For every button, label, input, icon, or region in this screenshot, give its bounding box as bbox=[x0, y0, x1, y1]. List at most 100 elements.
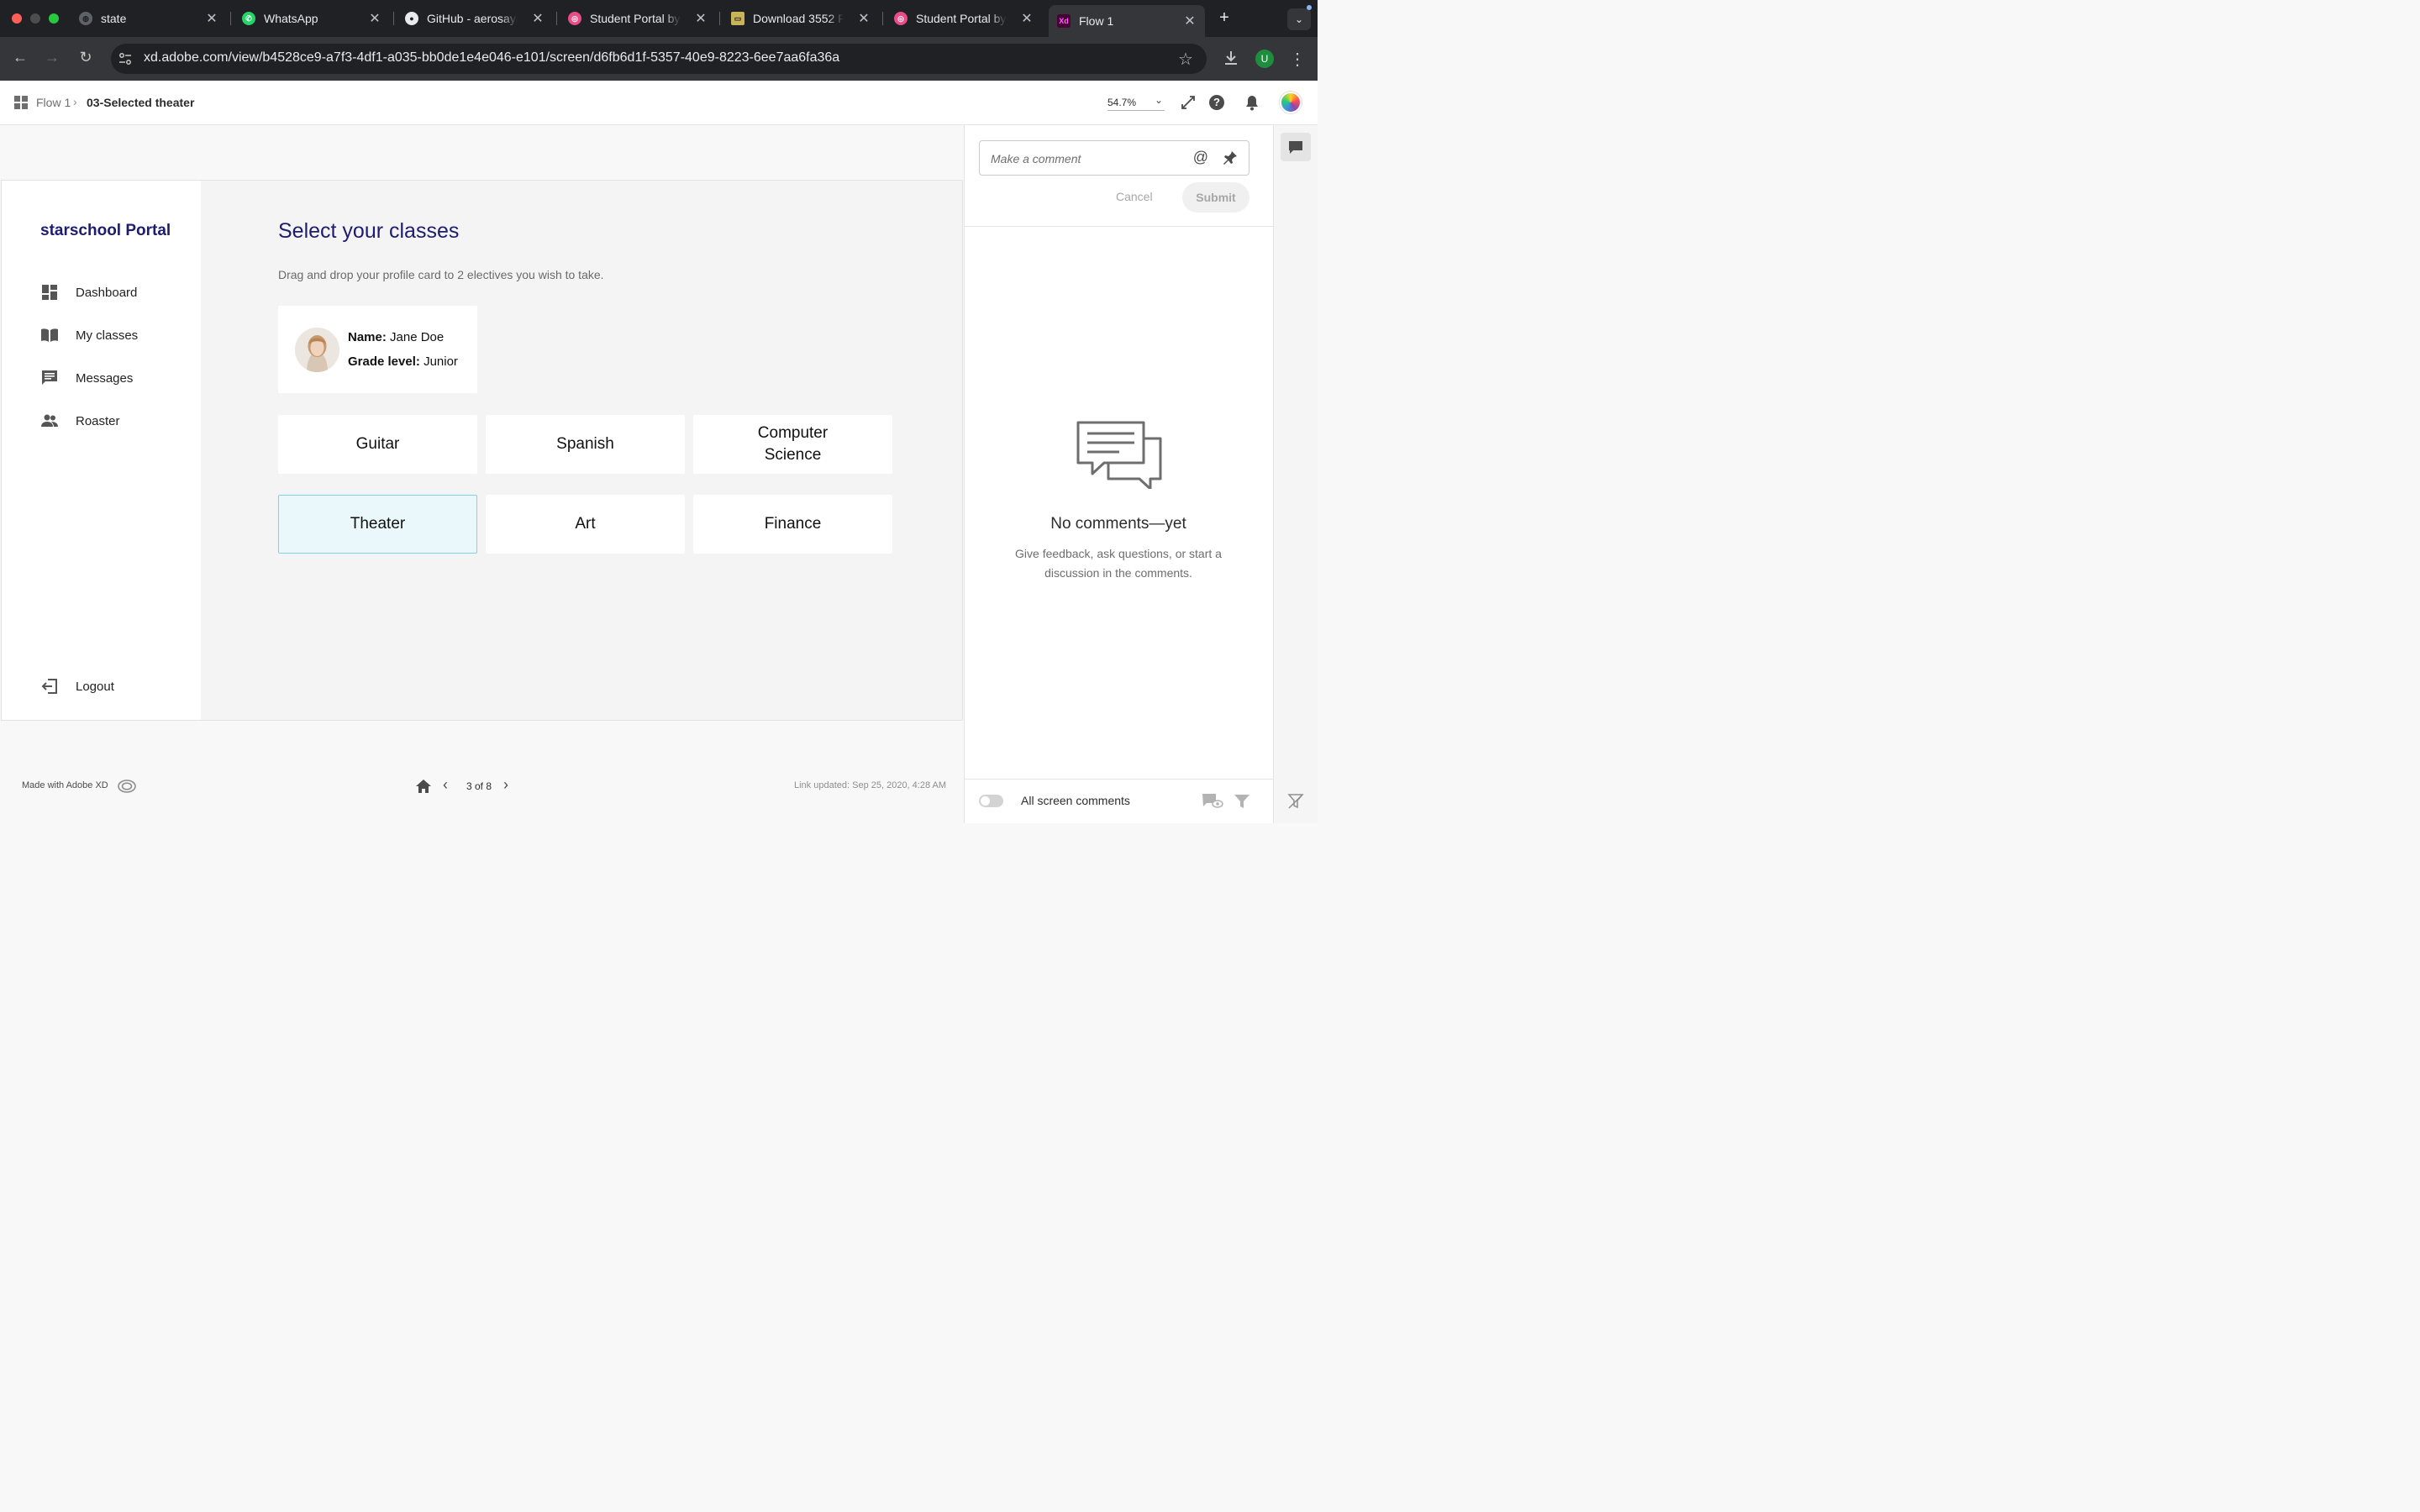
profile-name-row: Name: Jane Doe bbox=[348, 330, 445, 344]
help-icon[interactable]: ? bbox=[1209, 95, 1224, 110]
brand-logo: starschool Portal bbox=[40, 222, 171, 239]
page-subtitle: Drag and drop your profile card to 2 ele… bbox=[278, 268, 604, 281]
collapse-panel-icon[interactable] bbox=[1287, 793, 1304, 810]
image-icon: ▭ bbox=[731, 12, 744, 25]
avatar bbox=[295, 328, 339, 372]
close-tab-icon[interactable]: ✕ bbox=[855, 10, 872, 27]
close-tab-icon[interactable]: ✕ bbox=[692, 10, 709, 27]
people-icon bbox=[40, 412, 59, 429]
nav-item-roaster[interactable]: Roaster bbox=[40, 412, 120, 429]
github-icon: ● bbox=[405, 12, 418, 25]
empty-comments-text: Give feedback, ask questions, or start a… bbox=[1015, 547, 1222, 580]
filter-icon[interactable] bbox=[1234, 794, 1250, 809]
breadcrumb-current: 03-Selected theater bbox=[87, 96, 195, 109]
profile-card[interactable]: Name: Jane Doe Grade level: Junior bbox=[278, 306, 477, 393]
prev-page-icon[interactable]: ‹ bbox=[443, 776, 448, 794]
close-tab-icon[interactable]: ✕ bbox=[529, 10, 546, 27]
all-comments-toggle[interactable] bbox=[979, 795, 1003, 807]
browser-tab[interactable]: ◎ Student Portal by A ✕ bbox=[568, 7, 709, 30]
grid-view-icon[interactable] bbox=[14, 96, 28, 109]
toggle-knob bbox=[981, 796, 990, 806]
class-card-art[interactable]: Art bbox=[486, 495, 685, 554]
url-text: xd.adobe.com/view/b4528ce9-a7f3-4df1-a03… bbox=[144, 50, 840, 65]
browser-tab[interactable]: ▭ Download 3552 Fre ✕ bbox=[731, 7, 872, 30]
breadcrumb-root[interactable]: Flow 1 bbox=[36, 96, 71, 109]
class-card-theater-selected[interactable]: Theater bbox=[278, 495, 477, 554]
tab-separator bbox=[556, 12, 557, 25]
divider bbox=[964, 226, 1273, 227]
site-settings-icon[interactable] bbox=[118, 51, 133, 66]
close-tab-icon[interactable]: ✕ bbox=[203, 10, 220, 27]
close-window-button[interactable] bbox=[12, 13, 22, 24]
chevron-right-icon: › bbox=[73, 95, 77, 108]
reload-icon[interactable]: ↻ bbox=[76, 49, 96, 66]
browser-tab[interactable]: ◍ state ✕ bbox=[79, 7, 220, 30]
globe-icon: ◍ bbox=[79, 12, 92, 25]
page-title: Select your classes bbox=[278, 219, 460, 243]
forward-arrow-icon[interactable]: → bbox=[42, 49, 62, 66]
browser-tab[interactable]: ◎ Student Portal by A ✕ bbox=[894, 7, 1035, 30]
whatsapp-icon: ✆ bbox=[242, 12, 255, 25]
made-with-xd-label: Made with Adobe XD bbox=[22, 780, 108, 790]
class-card-guitar[interactable]: Guitar bbox=[278, 415, 477, 474]
all-screen-comments-label: All screen comments bbox=[1021, 794, 1130, 807]
message-icon bbox=[40, 370, 59, 386]
tab-separator bbox=[719, 12, 720, 25]
bookmark-star-icon[interactable]: ☆ bbox=[1176, 49, 1196, 70]
new-tab-button[interactable]: + bbox=[1215, 8, 1234, 28]
tab-search-button[interactable]: ⌄ bbox=[1287, 8, 1311, 30]
xd-icon: Xd bbox=[1057, 14, 1071, 28]
back-arrow-icon[interactable]: ← bbox=[10, 49, 30, 66]
right-rail bbox=[1273, 125, 1318, 823]
comment-input[interactable]: Make a comment @ bbox=[979, 140, 1249, 176]
profile-avatar[interactable]: U bbox=[1255, 50, 1274, 68]
download-icon[interactable] bbox=[1222, 49, 1240, 67]
notification-dot bbox=[1307, 5, 1312, 10]
nav-item-my-classes[interactable]: My classes bbox=[40, 327, 138, 344]
nav-item-messages[interactable]: Messages bbox=[40, 370, 133, 386]
pin-icon[interactable] bbox=[1222, 150, 1239, 166]
portal-sidebar bbox=[2, 181, 201, 720]
profile-grade-row: Grade level: Junior bbox=[348, 354, 458, 369]
class-card-spanish[interactable]: Spanish bbox=[486, 415, 685, 474]
submit-button[interactable]: Submit bbox=[1182, 182, 1249, 213]
divider bbox=[964, 779, 1273, 780]
browser-menu-icon[interactable]: ⋮ bbox=[1287, 49, 1307, 70]
chevron-down-icon: ⌄ bbox=[1154, 94, 1163, 106]
hide-comments-icon[interactable] bbox=[1202, 793, 1223, 810]
browser-tab[interactable]: ● GitHub - aerosayan ✕ bbox=[405, 7, 546, 30]
browser-tab-active[interactable]: Xd Flow 1 ✕ bbox=[1049, 5, 1205, 37]
fullscreen-icon[interactable] bbox=[1181, 95, 1196, 110]
logout-icon bbox=[40, 678, 59, 695]
maximize-window-button[interactable] bbox=[49, 13, 59, 24]
close-tab-icon[interactable]: ✕ bbox=[366, 10, 383, 27]
mention-icon[interactable]: @ bbox=[1193, 149, 1208, 166]
dashboard-icon bbox=[40, 284, 59, 301]
nav-item-logout[interactable]: Logout bbox=[40, 678, 114, 695]
zoom-select[interactable]: 54.7% ⌄ bbox=[1107, 92, 1165, 111]
comment-icon bbox=[1289, 141, 1302, 154]
next-page-icon[interactable]: › bbox=[503, 776, 508, 794]
pagination-label: 3 of 8 bbox=[466, 780, 492, 792]
tab-separator bbox=[230, 12, 231, 25]
comments-empty-icon bbox=[1076, 420, 1163, 491]
bell-icon[interactable] bbox=[1244, 94, 1260, 111]
link-updated-label: Link updated: Sep 25, 2020, 4:28 AM bbox=[794, 780, 947, 790]
home-icon[interactable] bbox=[415, 778, 432, 795]
browser-tab[interactable]: ✆ WhatsApp ✕ bbox=[242, 7, 383, 30]
cancel-button[interactable]: Cancel bbox=[1116, 190, 1153, 203]
close-tab-icon[interactable]: ✕ bbox=[1181, 13, 1198, 29]
dribbble-icon: ◎ bbox=[568, 12, 581, 25]
close-tab-icon[interactable]: ✕ bbox=[1018, 10, 1035, 27]
dribbble-icon: ◎ bbox=[894, 12, 908, 25]
class-card-finance[interactable]: Finance bbox=[693, 495, 892, 554]
nav-item-dashboard[interactable]: Dashboard bbox=[40, 284, 137, 301]
class-card-computer-science[interactable]: Computer Science bbox=[693, 415, 892, 474]
user-avatar[interactable] bbox=[1280, 92, 1302, 113]
empty-comments-title: No comments—yet bbox=[1050, 515, 1186, 533]
zoom-value: 54.7% bbox=[1107, 97, 1137, 108]
book-icon bbox=[40, 327, 59, 344]
minimize-window-button[interactable] bbox=[30, 13, 40, 24]
comment-placeholder: Make a comment bbox=[991, 152, 1081, 165]
comments-tab-button[interactable] bbox=[1281, 133, 1311, 161]
